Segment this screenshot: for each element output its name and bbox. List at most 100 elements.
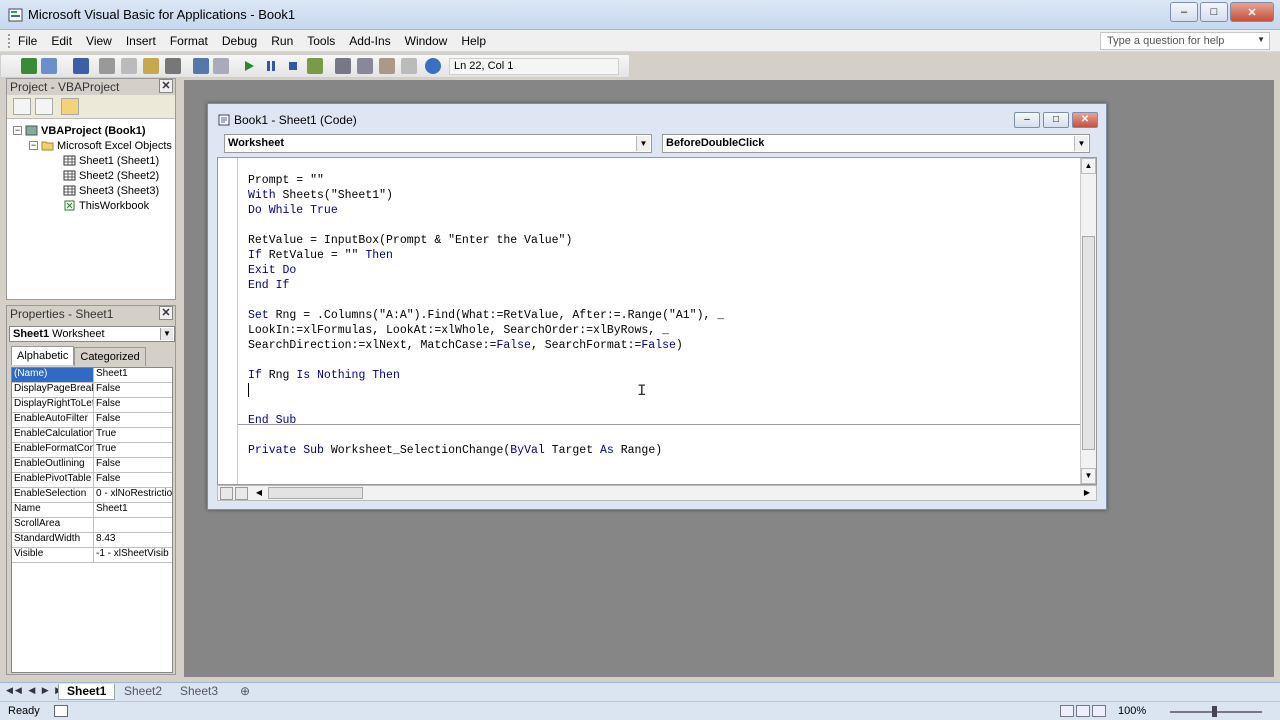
property-row[interactable]: DisplayRightToLef False [12,398,172,413]
normal-view-icon[interactable] [1060,705,1074,717]
zoom-slider-knob[interactable] [1212,706,1217,717]
property-value[interactable]: False [94,473,172,487]
scroll-down-icon[interactable]: ▼ [1081,468,1096,484]
code-line[interactable]: SearchDirection:=xlNext, MatchCase:=Fals… [248,338,724,353]
code-line[interactable]: Exit Do [248,263,724,278]
menu-tools[interactable]: Tools [307,34,335,48]
property-value[interactable]: 0 - xlNoRestrictio [94,488,172,502]
property-value[interactable]: Sheet1 [94,368,172,382]
page-layout-view-icon[interactable] [1076,705,1090,717]
excel-view-icon[interactable] [21,58,37,74]
property-row[interactable]: StandardWidth 8.43 [12,533,172,548]
tab-alphabetic[interactable]: Alphabetic [11,346,75,365]
menu-view[interactable]: View [86,34,112,48]
code-line[interactable]: Prompt = "" [248,173,724,188]
property-row[interactable]: Visible -1 - xlSheetVisib [12,548,172,563]
hscroll-thumb[interactable] [268,487,363,499]
redo-icon[interactable] [213,58,229,74]
sheet-tab-2[interactable]: Sheet2 [116,684,170,700]
help-icon[interactable] [425,58,441,74]
property-row[interactable]: ScrollArea [12,518,172,533]
project-explorer-icon[interactable] [335,58,351,74]
menu-grip[interactable] [8,34,11,48]
code-line[interactable]: With Sheets("Sheet1") [248,188,724,203]
scroll-left-icon[interactable]: ◀ [252,486,266,500]
chevron-down-icon[interactable]: ▼ [1257,35,1265,44]
menu-insert[interactable]: Insert [126,34,156,48]
page-break-view-icon[interactable] [1092,705,1106,717]
menu-file[interactable]: File [18,34,37,48]
object-combo[interactable]: Worksheet ▼ [224,134,652,153]
code-line[interactable] [248,398,724,413]
property-row[interactable]: EnableCalculation True [12,428,172,443]
run-icon[interactable] [241,58,257,74]
collapse-icon[interactable]: − [29,141,38,150]
scroll-right-icon[interactable]: ▶ [1080,486,1094,500]
copy-icon[interactable] [121,58,137,74]
sheet-tab-1[interactable]: Sheet1 [58,684,116,700]
toggle-folders-button[interactable] [61,98,79,115]
code-line[interactable]: If Rng Is Nothing Then [248,368,724,383]
restore-button[interactable]: □ [1200,2,1228,22]
code-close-button[interactable]: ✕ [1072,112,1098,128]
tree-item-sheet1[interactable]: Sheet1 (Sheet1) [63,153,159,168]
menu-format[interactable]: Format [170,34,208,48]
property-value[interactable]: False [94,458,172,472]
menu-addins[interactable]: Add-Ins [349,34,390,48]
code-restore-button[interactable]: □ [1043,112,1069,128]
code-line[interactable] [248,218,724,233]
property-value[interactable] [94,518,172,532]
object-select[interactable]: Sheet1 Worksheet ▼ [9,326,175,342]
scroll-thumb[interactable] [1082,236,1095,450]
view-object-button[interactable] [35,98,53,115]
cut-icon[interactable] [99,58,115,74]
code-line[interactable]: Private Sub Worksheet_SelectionChange(By… [248,443,724,458]
property-value[interactable]: False [94,413,172,427]
save-icon[interactable] [73,58,89,74]
reset-icon[interactable] [285,58,301,74]
code-line[interactable]: End Sub [248,413,724,428]
scroll-up-icon[interactable]: ▲ [1081,158,1096,174]
minimize-button[interactable]: – [1170,2,1198,22]
code-editor[interactable]: Prompt = "" With Sheets("Sheet1") Do While… [217,157,1097,485]
property-row[interactable]: EnablePivotTable False [12,473,172,488]
chevron-down-icon[interactable]: ▼ [160,328,173,340]
margin-indicator-bar[interactable] [218,158,238,484]
close-button[interactable]: ✕ [1230,2,1274,22]
tree-item-sheet3[interactable]: Sheet3 (Sheet3) [63,183,159,198]
tree-item-thisworkbook[interactable]: ThisWorkbook [63,198,149,213]
property-row[interactable]: Name Sheet1 [12,503,172,518]
toolbox-icon[interactable] [401,58,417,74]
code-line[interactable]: Set Rng = .Columns("A:A").Find(What:=Ret… [248,308,724,323]
design-mode-icon[interactable] [307,58,323,74]
chevron-down-icon[interactable]: ▼ [1074,136,1088,151]
procedure-view-button[interactable] [220,487,233,500]
menu-help[interactable]: Help [461,34,486,48]
full-module-view-button[interactable] [235,487,248,500]
zoom-level[interactable]: 100% [1118,705,1146,717]
code-line[interactable]: LookIn:=xlFormulas, LookAt:=xlWhole, Sea… [248,323,724,338]
chevron-down-icon[interactable]: ▼ [636,136,650,151]
properties-window-icon[interactable] [357,58,373,74]
code-line[interactable]: RetValue = InputBox(Prompt & "Enter the … [248,233,724,248]
property-value[interactable]: -1 - xlSheetVisib [94,548,172,562]
menu-run[interactable]: Run [271,34,293,48]
property-value[interactable]: False [94,398,172,412]
code-minimize-button[interactable]: – [1014,112,1040,128]
code-line[interactable]: End If [248,278,724,293]
view-code-button[interactable] [13,98,31,115]
menu-debug[interactable]: Debug [222,34,257,48]
collapse-icon[interactable]: − [13,126,22,135]
code-line[interactable] [248,353,724,368]
close-icon[interactable]: ✕ [159,79,173,93]
insert-userform-icon[interactable] [41,58,57,74]
vertical-scrollbar[interactable]: ▲ ▼ [1080,158,1096,484]
property-value[interactable]: True [94,443,172,457]
tab-categorized[interactable]: Categorized [74,347,146,366]
tree-item-sheet2[interactable]: Sheet2 (Sheet2) [63,168,159,183]
code-line[interactable] [248,293,724,308]
object-browser-icon[interactable] [379,58,395,74]
break-icon[interactable] [263,58,279,74]
property-row[interactable]: (Name) Sheet1 [12,368,172,383]
property-row[interactable]: EnableFormatCon True [12,443,172,458]
